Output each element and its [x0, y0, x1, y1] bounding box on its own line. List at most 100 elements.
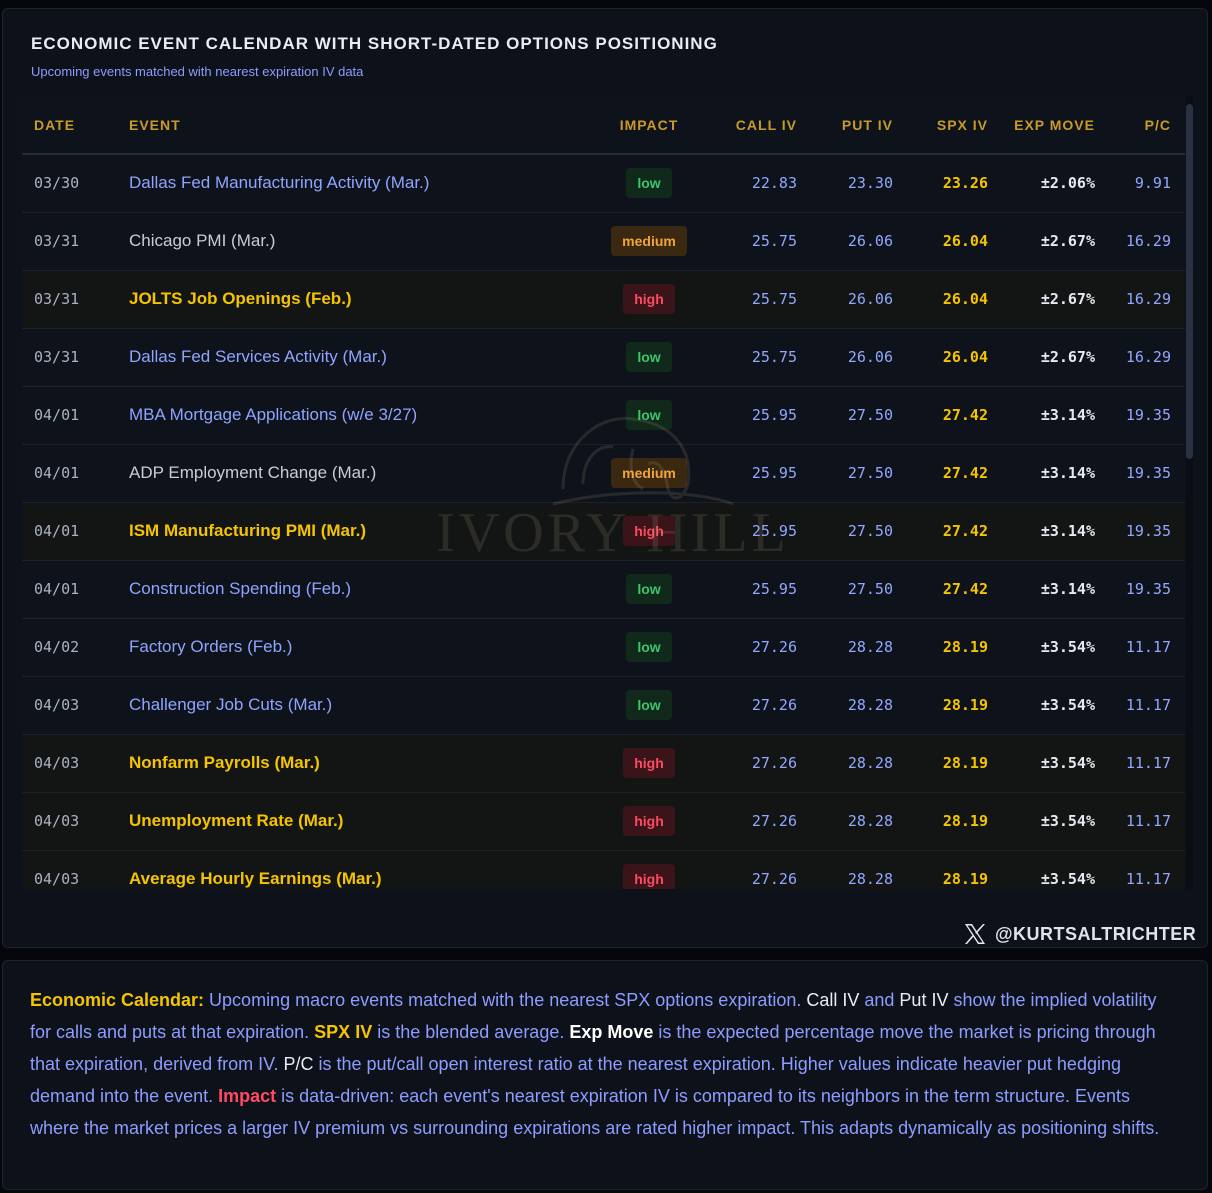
cell-put-iv: 27.50: [847, 580, 893, 598]
cell-exp-move: ±3.54%: [1040, 870, 1095, 888]
cell-date: 04/01: [34, 406, 80, 424]
note-term-call-iv: Call IV: [806, 990, 860, 1010]
impact-badge: high: [623, 284, 675, 314]
social-handle[interactable]: @KURTSALTRICHTER: [963, 921, 1196, 947]
cell-event: Construction Spending (Feb.): [129, 579, 352, 598]
cell-exp-move: ±2.67%: [1040, 232, 1095, 250]
cell-event: Nonfarm Payrolls (Mar.): [129, 753, 320, 772]
cell-call-iv: 27.26: [751, 638, 797, 656]
cell-pc: 11.17: [1125, 696, 1171, 714]
column-header-call-iv[interactable]: CALL IV: [699, 96, 797, 155]
impact-badge: medium: [611, 458, 687, 488]
cell-call-iv: 27.26: [751, 754, 797, 772]
cell-event: ADP Employment Change (Mar.): [129, 463, 377, 482]
table-header-row: DATE EVENT IMPACT CALL IV PUT IV SPX IV …: [22, 96, 1185, 155]
table-scroll-area[interactable]: DATE EVENT IMPACT CALL IV PUT IV SPX IV …: [22, 96, 1185, 889]
cell-impact: high: [599, 792, 699, 850]
cell-impact: low: [599, 328, 699, 386]
cell-spx-iv: 27.42: [942, 522, 988, 540]
cell-exp-move: ±3.54%: [1040, 638, 1095, 656]
table-row[interactable]: 04/01 Construction Spending (Feb.) low 25.9…: [22, 560, 1185, 618]
note-term-put-iv: Put IV: [899, 990, 949, 1010]
cell-exp-move: ±3.14%: [1040, 464, 1095, 482]
column-header-pc[interactable]: P/C: [1095, 96, 1185, 155]
cell-pc: 11.17: [1125, 812, 1171, 830]
cell-pc: 11.17: [1125, 870, 1171, 888]
cell-put-iv: 26.06: [847, 290, 893, 308]
cell-exp-move: ±2.67%: [1040, 348, 1095, 366]
table-row[interactable]: 04/03 Challenger Job Cuts (Mar.) low 27.26 2…: [22, 676, 1185, 734]
table-row[interactable]: 04/03 Nonfarm Payrolls (Mar.) high 27.26 28.…: [22, 734, 1185, 792]
cell-put-iv: 27.50: [847, 406, 893, 424]
cell-spx-iv: 27.42: [942, 580, 988, 598]
cell-call-iv: 25.75: [751, 348, 797, 366]
cell-event: Chicago PMI (Mar.): [129, 231, 276, 250]
cell-impact: low: [599, 154, 699, 212]
column-header-spx-iv[interactable]: SPX IV: [893, 96, 988, 155]
cell-date: 04/03: [34, 696, 80, 714]
table-row[interactable]: 03/30 Dallas Fed Manufacturing Activity (…: [22, 154, 1185, 212]
cell-exp-move: ±3.54%: [1040, 696, 1095, 714]
table-row[interactable]: 03/31 Chicago PMI (Mar.) medium 25.75 26.06 2…: [22, 212, 1185, 270]
cell-date: 03/31: [34, 290, 80, 308]
cell-pc: 19.35: [1125, 406, 1171, 424]
cell-spx-iv: 27.42: [942, 464, 988, 482]
cell-impact: high: [599, 502, 699, 560]
column-header-date[interactable]: DATE: [22, 96, 129, 155]
cell-event: Dallas Fed Manufacturing Activity (Mar.): [129, 173, 430, 193]
table-row[interactable]: 04/03 Average Hourly Earnings (Mar.) high 2…: [22, 850, 1185, 889]
table-row[interactable]: 04/02 Factory Orders (Feb.) low 27.26 28.28 2…: [22, 618, 1185, 676]
column-header-event[interactable]: EVENT: [129, 96, 599, 155]
cell-put-iv: 28.28: [847, 696, 893, 714]
cell-spx-iv: 26.04: [942, 348, 988, 366]
cell-date: 04/01: [34, 464, 80, 482]
cell-pc: 19.35: [1125, 464, 1171, 482]
column-header-put-iv[interactable]: PUT IV: [797, 96, 893, 155]
note-label: Economic Calendar:: [30, 990, 205, 1010]
scrollbar-thumb[interactable]: [1186, 104, 1193, 459]
event-calendar-panel: ECONOMIC EVENT CALENDAR WITH SHORT-DATED…: [2, 8, 1208, 948]
legend-note: Economic Calendar: Upcoming macro events…: [2, 960, 1208, 1190]
cell-impact: low: [599, 386, 699, 444]
cell-date: 04/02: [34, 638, 80, 656]
cell-date: 04/01: [34, 522, 80, 540]
cell-call-iv: 25.95: [751, 522, 797, 540]
cell-call-iv: 25.75: [751, 290, 797, 308]
cell-put-iv: 27.50: [847, 464, 893, 482]
table-row[interactable]: 03/31 JOLTS Job Openings (Feb.) high 25.75 2…: [22, 270, 1185, 328]
table-scrollbar[interactable]: [1186, 96, 1193, 889]
cell-event: Unemployment Rate (Mar.): [129, 811, 344, 830]
cell-put-iv: 28.28: [847, 754, 893, 772]
cell-put-iv: 23.30: [847, 174, 893, 193]
cell-spx-iv: 28.19: [942, 696, 988, 714]
cell-event: ISM Manufacturing PMI (Mar.): [129, 521, 367, 540]
column-header-exp-move[interactable]: EXP MOVE: [988, 96, 1095, 155]
cell-pc: 11.17: [1125, 754, 1171, 772]
cell-pc: 16.29: [1125, 290, 1171, 308]
cell-put-iv: 28.28: [847, 812, 893, 830]
impact-badge: high: [623, 748, 675, 778]
cell-call-iv: 25.95: [751, 406, 797, 424]
impact-badge: high: [623, 864, 675, 889]
cell-call-iv: 25.75: [751, 232, 797, 250]
table-row[interactable]: 04/01 MBA Mortgage Applications (w/e 3/27…: [22, 386, 1185, 444]
table-row[interactable]: 04/03 Unemployment Rate (Mar.) high 27.26 28…: [22, 792, 1185, 850]
cell-exp-move: ±2.67%: [1040, 290, 1095, 308]
cell-spx-iv: 28.19: [942, 638, 988, 656]
impact-badge: high: [623, 516, 675, 546]
table-row[interactable]: 04/01 ADP Employment Change (Mar.) medium 2…: [22, 444, 1185, 502]
cell-event: Dallas Fed Services Activity (Mar.): [129, 347, 387, 366]
impact-badge: low: [626, 690, 672, 720]
impact-badge: low: [626, 168, 672, 199]
event-table: DATE EVENT IMPACT CALL IV PUT IV SPX IV …: [22, 96, 1185, 889]
note-text: is the blended average.: [372, 1022, 570, 1042]
table-row[interactable]: 03/31 Dallas Fed Services Activity (Mar.)…: [22, 328, 1185, 386]
cell-put-iv: 28.28: [847, 638, 893, 656]
cell-spx-iv: 28.19: [942, 812, 988, 830]
note-text: and: [859, 990, 900, 1010]
column-header-impact[interactable]: IMPACT: [599, 96, 699, 155]
cell-pc: 19.35: [1125, 522, 1171, 540]
cell-spx-iv: 26.04: [942, 232, 988, 250]
note-term-exp-move: Exp Move: [569, 1022, 654, 1042]
table-row[interactable]: 04/01 ISM Manufacturing PMI (Mar.) high 25.…: [22, 502, 1185, 560]
